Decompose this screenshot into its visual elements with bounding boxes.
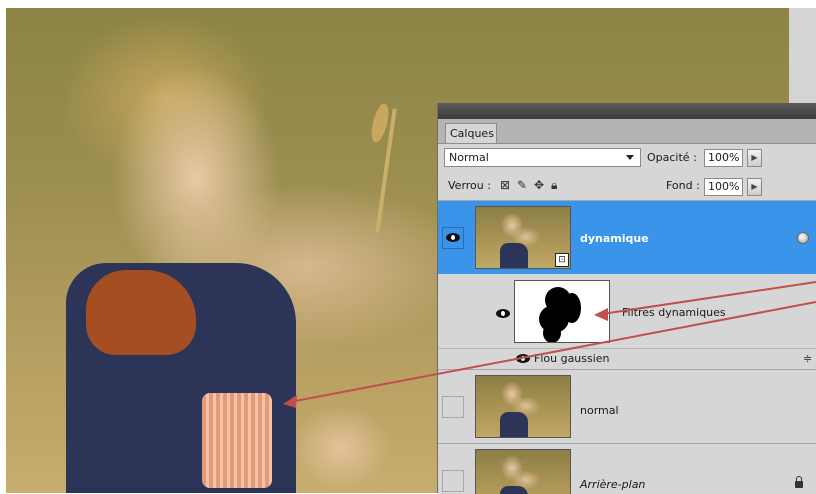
tab-calques[interactable]: Calques <box>445 123 497 143</box>
lock-position-icon[interactable]: ✥ <box>534 177 544 194</box>
blend-mode-value: Normal <box>449 151 489 164</box>
layer-thumbnail[interactable]: ⊡ <box>475 206 571 269</box>
layer-thumbnail[interactable] <box>475 375 571 438</box>
smart-filter-mask-row[interactable]: Filtres dynamiques <box>438 274 816 347</box>
layer-row-normal[interactable]: normal <box>438 369 816 443</box>
lock-row: Verrou : ⊠ ✎ ✥ 🔒︎ Fond : 100% ▶ <box>438 175 816 197</box>
lock-transparency-icon[interactable]: ⊠ <box>500 177 510 194</box>
fill-label: Fond : <box>666 179 700 192</box>
lock-label: Verrou : <box>448 179 491 192</box>
blending-options-icon[interactable]: ≑ <box>803 352 812 365</box>
layer-thumbnail[interactable] <box>475 449 571 494</box>
layer-name[interactable]: dynamique <box>580 232 649 245</box>
layer-row-dynamique[interactable]: ⊡ dynamique <box>438 200 816 274</box>
opacity-slider-button[interactable]: ▶ <box>747 149 762 167</box>
smart-filter-mask-label: Filtres dynamiques <box>622 306 726 319</box>
panel-title-bar[interactable] <box>438 103 816 119</box>
lock-pixels-icon[interactable]: ✎ <box>517 177 527 194</box>
layers-panel: Calques Normal Opacité : 100% ▶ Verrou :… <box>437 103 816 494</box>
mask-shape <box>563 293 581 323</box>
lock-all-icon[interactable]: 🔒︎ <box>551 177 557 194</box>
child-sleeve <box>86 270 196 355</box>
visibility-toggle[interactable] <box>442 470 464 492</box>
fill-slider-button[interactable]: ▶ <box>747 178 762 196</box>
panel-tab-strip: Calques <box>438 119 816 144</box>
lock-icon <box>795 476 803 488</box>
filter-name[interactable]: Flou gaussien <box>534 352 610 365</box>
blend-row: Normal Opacité : 100% ▶ <box>438 147 816 169</box>
eye-icon <box>446 233 460 242</box>
layer-name[interactable]: normal <box>580 404 619 417</box>
striped-patch <box>202 393 272 488</box>
workspace-background <box>789 8 816 103</box>
chevron-down-icon <box>626 155 634 160</box>
layer-row-background[interactable]: Arrière-plan <box>438 443 816 494</box>
eye-icon[interactable] <box>516 354 530 363</box>
smart-filters-indicator-icon[interactable] <box>797 232 809 244</box>
filter-mask-thumbnail[interactable] <box>514 280 610 343</box>
mask-shape <box>543 323 561 342</box>
opacity-input[interactable]: 100% <box>704 149 743 167</box>
layer-name[interactable]: Arrière-plan <box>580 478 645 491</box>
opacity-label: Opacité : <box>647 151 697 164</box>
visibility-toggle[interactable] <box>442 227 464 249</box>
blend-mode-dropdown[interactable]: Normal <box>444 148 641 167</box>
smart-filter-row[interactable]: Flou gaussien ≑ <box>438 348 816 369</box>
smart-object-icon: ⊡ <box>555 253 569 267</box>
eye-icon[interactable] <box>496 309 510 318</box>
fill-input[interactable]: 100% <box>704 178 743 196</box>
visibility-toggle[interactable] <box>442 396 464 418</box>
